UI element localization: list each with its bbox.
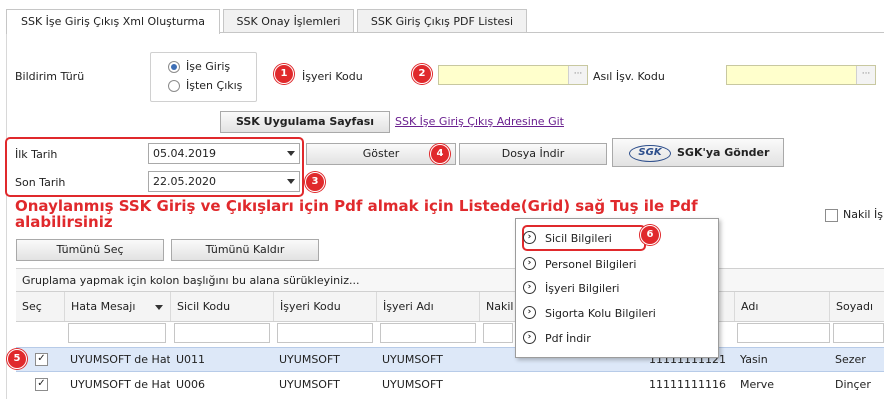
menu-item-personel-bilgileri[interactable]: › Personel Bilgileri	[516, 254, 716, 276]
menu-item-isyeri-bilgileri[interactable]: › İşyeri Bilgileri	[516, 278, 716, 300]
menu-item-label: İşyeri Bilgileri	[545, 282, 620, 295]
sgk-gonder-button[interactable]: SGK SGK'ya Gönder	[612, 138, 784, 167]
group-hint: Gruplama yapmak için kolon başlığını bu …	[22, 274, 360, 287]
step-badge-3: 3	[305, 172, 325, 192]
isyeri-kodu-input[interactable]: ···	[438, 65, 588, 85]
dropdown-arrow-icon	[287, 179, 295, 184]
filter-sicil[interactable]	[174, 323, 270, 343]
dropdown-arrow-icon	[287, 151, 295, 156]
filter-dropdown-icon[interactable]	[155, 305, 163, 310]
chevron-circle-icon: ›	[523, 257, 536, 270]
column-header-hata[interactable]: Hata Mesajı	[64, 292, 170, 321]
ilk-tarih-select[interactable]: 05.04.2019	[148, 143, 300, 164]
cell-hata: UYUMSOFT de Hat	[70, 353, 170, 366]
step-badge-1: 1	[274, 64, 294, 84]
isyeri-kodu-lookup-button[interactable]: ···	[568, 66, 587, 84]
group-panel[interactable]: Gruplama yapmak için kolon başlığını bu …	[16, 268, 884, 292]
column-header-hata-label: Hata Mesajı	[71, 300, 136, 313]
filter-nakil[interactable]	[483, 323, 513, 343]
menu-item-label: Sicil Bilgileri	[545, 232, 612, 245]
step-badge-5: 5	[7, 349, 27, 369]
row-checkbox[interactable]: ✓	[35, 353, 48, 366]
filter-soyadi[interactable]	[833, 323, 884, 343]
chevron-circle-icon: ›	[523, 331, 536, 344]
cell-sicil: U011	[176, 353, 206, 366]
cell-isyeri-kodu: UYUMSOFT	[279, 353, 340, 366]
asil-isv-kodu-input[interactable]: ···	[726, 65, 876, 85]
isyeri-kodu-label: İşyeri Kodu	[302, 70, 363, 83]
menu-item-sicil-bilgileri[interactable]: › Sicil Bilgileri	[516, 228, 716, 250]
menu-item-label: Sigorta Kolu Bilgileri	[545, 307, 656, 320]
step-badge-2: 2	[412, 64, 432, 84]
deselect-all-button[interactable]: Tümünü Kaldır	[171, 239, 319, 261]
chevron-circle-icon: ›	[523, 281, 536, 294]
cell-hata: UYUMSOFT de Hat	[70, 378, 170, 391]
radio-ise-giris[interactable]	[168, 61, 180, 73]
menu-item-label: Personel Bilgileri	[545, 258, 637, 271]
menu-item-sigorta-kolu[interactable]: › Sigorta Kolu Bilgileri	[516, 303, 716, 325]
sgk-gonder-label: SGK'ya Gönder	[677, 146, 770, 159]
son-tarih-value: 22.05.2020	[153, 175, 216, 188]
radio-isten-cikis[interactable]	[168, 80, 180, 92]
ssk-uygulama-button[interactable]: SSK Uygulama Sayfası	[220, 111, 390, 133]
son-tarih-label: Son Tarih	[15, 176, 66, 189]
column-header-soyadi[interactable]: Soyadı	[829, 292, 884, 321]
tab-xml-olusturma[interactable]: SSK İşe Giriş Çıkış Xml Oluşturma	[6, 9, 220, 34]
cell-tc: 11111111116	[649, 378, 726, 391]
tab-onay-islemleri[interactable]: SSK Onay İşlemleri	[223, 9, 354, 32]
menu-item-pdf-indir[interactable]: › Pdf İndir	[516, 328, 716, 350]
filter-isyeri-adi[interactable]	[380, 323, 476, 343]
chevron-circle-icon: ›	[523, 306, 536, 319]
column-header-isyeri-kodu[interactable]: İşyeri Kodu	[273, 292, 376, 321]
table-row[interactable]: ✓ UYUMSOFT de Hat U006 UYUMSOFT UYUMSOFT…	[16, 373, 884, 396]
filter-adi[interactable]	[737, 323, 830, 343]
nakil-checkbox[interactable]	[825, 209, 838, 222]
chevron-circle-icon: ›	[523, 231, 536, 244]
menu-item-label: Pdf İndir	[545, 332, 591, 345]
asil-isv-kodu-lookup-button[interactable]: ···	[856, 66, 875, 84]
context-menu: › Sicil Bilgileri › Personel Bilgileri ›…	[515, 218, 719, 358]
cell-isyeri-kodu: UYUMSOFT	[279, 378, 340, 391]
filter-isyeri-kodu[interactable]	[277, 323, 373, 343]
column-header-sec[interactable]: Seç	[16, 292, 64, 321]
cell-adi: Yasin	[740, 353, 768, 366]
column-header-sicil[interactable]: Sicil Kodu	[170, 292, 273, 321]
nakil-label: Nakil İş	[843, 208, 883, 221]
ilk-tarih-label: İlk Tarih	[15, 148, 58, 161]
son-tarih-select[interactable]: 22.05.2020	[148, 171, 300, 192]
filter-hata[interactable]	[68, 323, 166, 343]
cell-sicil: U006	[176, 378, 206, 391]
asil-isv-kodu-label: Asıl İşv. Kodu	[593, 70, 665, 83]
radio-isten-cikis-label: İşten Çıkış	[186, 79, 243, 92]
ilk-tarih-value: 05.04.2019	[153, 147, 216, 160]
dosya-indir-button[interactable]: Dosya İndir	[459, 143, 607, 165]
column-header-adi[interactable]: Adı	[734, 292, 829, 321]
step-badge-6: 6	[640, 225, 660, 245]
radio-ise-giris-label: İşe Giriş	[186, 60, 231, 73]
sgk-logo-icon: SGK	[629, 145, 671, 162]
cell-isyeri-adi: UYUMSOFT	[382, 353, 443, 366]
tab-pdf-listesi[interactable]: SSK Giriş Çıkış PDF Listesi	[357, 9, 527, 32]
table-row[interactable]: ✓ UYUMSOFT de Hat U011 UYUMSOFT UYUMSOFT…	[16, 347, 884, 372]
cell-soyadi: Dinçer	[835, 378, 871, 391]
cell-isyeri-adi: UYUMSOFT	[382, 378, 443, 391]
panel-border	[6, 32, 7, 399]
ssk-adres-link[interactable]: SSK İşe Giriş Çıkış Adresine Git	[395, 115, 564, 128]
step-badge-4: 4	[430, 144, 450, 164]
bildirim-turu-label: Bildirim Türü	[15, 70, 85, 83]
cell-soyadi: Sezer	[835, 353, 866, 366]
column-header-isyeri-adi[interactable]: İşyeri Adı	[376, 292, 479, 321]
grid-header: Seç Hata Mesajı Sicil Kodu İşyeri Kodu İ…	[16, 291, 884, 322]
select-all-button[interactable]: Tümünü Seç	[16, 239, 164, 261]
cell-adi: Merve	[740, 378, 775, 391]
row-checkbox[interactable]: ✓	[35, 378, 48, 391]
